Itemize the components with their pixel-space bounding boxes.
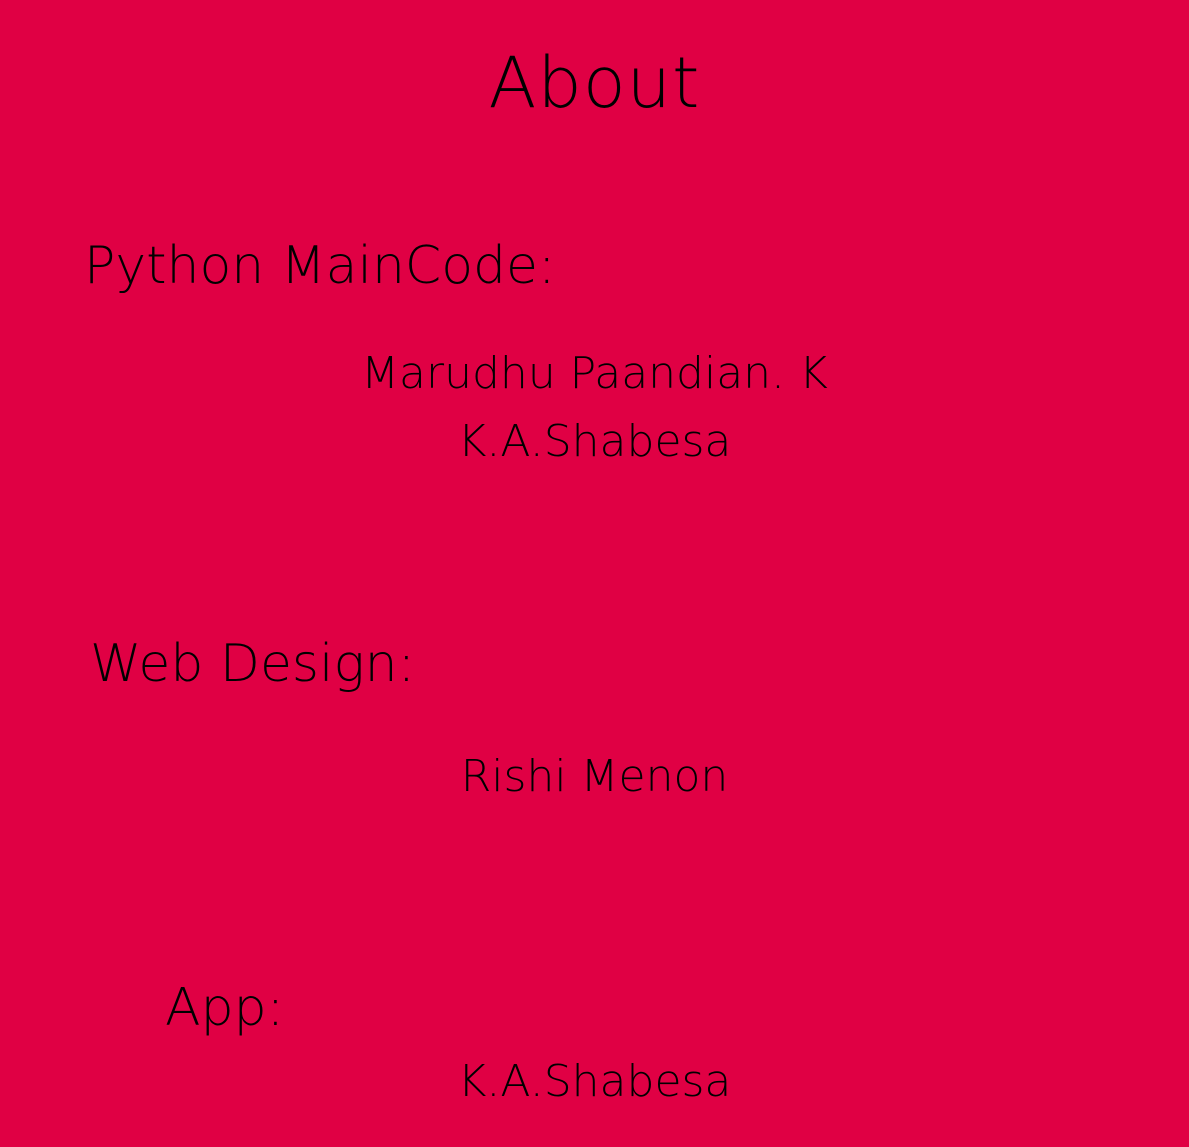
about-page: About Python MainCode: Marudhu Paandian.… [0, 0, 1189, 1147]
section-heading-python-maincode: Python MainCode: [84, 236, 556, 296]
section-heading-app: App: [165, 978, 285, 1038]
section-heading-web-design: Web Design: [90, 634, 416, 694]
page-title: About [488, 42, 701, 124]
contributor-name: Rishi Menon [460, 751, 729, 802]
contributor-name: K.A.Shabesa [457, 416, 732, 467]
contributor-name: Marudhu Paandian. K [361, 348, 828, 399]
contributor-name: K.A.Shabesa [457, 1056, 732, 1107]
